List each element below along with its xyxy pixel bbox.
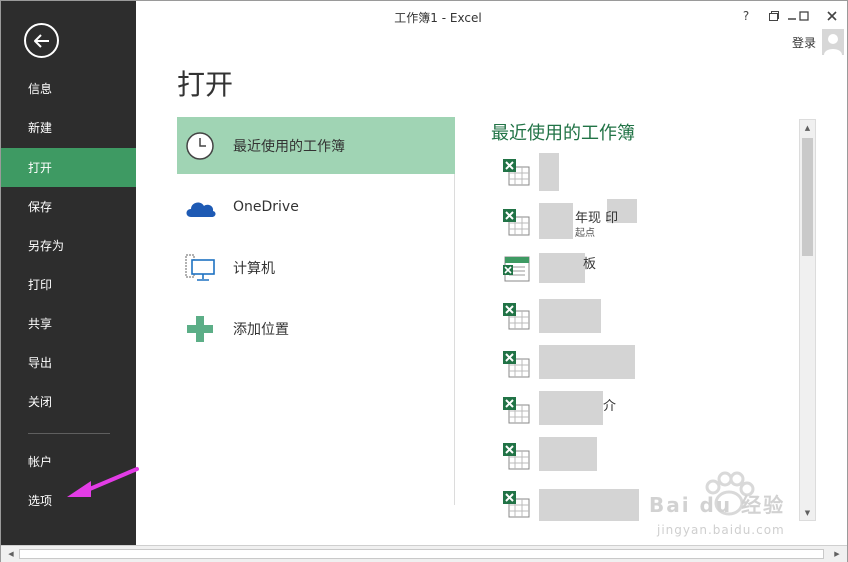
sidebar-item-info[interactable]: 信息 <box>1 69 136 108</box>
place-add-location[interactable]: 添加位置 <box>177 300 455 357</box>
place-computer[interactable]: 计算机 <box>177 239 455 296</box>
recent-workbook-item[interactable]: 介 <box>499 391 799 431</box>
sidebar-item-export[interactable]: 导出 <box>1 343 136 382</box>
close-window-button[interactable] <box>823 7 841 25</box>
clock-icon <box>183 129 217 163</box>
caret-left-icon: ◀ <box>8 550 14 558</box>
sidebar-item-label: 保存 <box>28 200 53 214</box>
excel-file-icon <box>503 443 530 470</box>
help-button[interactable]: ? <box>737 7 755 25</box>
excel-file-icon <box>503 159 530 186</box>
blurred-text <box>539 489 639 521</box>
watermark-url: jingyan.baidu.com <box>657 523 785 537</box>
sidebar-divider <box>28 433 110 434</box>
blurred-text <box>539 345 635 379</box>
maximize-icon <box>799 11 809 21</box>
sidebar-item-label: 帐户 <box>28 455 53 469</box>
restore-ribbon-button[interactable] <box>765 7 783 25</box>
sidebar-item-label: 导出 <box>28 356 53 370</box>
help-icon: ? <box>742 9 750 23</box>
sidebar-item-label: 信息 <box>28 82 53 96</box>
blurred-text <box>539 391 603 425</box>
avatar[interactable] <box>822 29 844 55</box>
sidebar-item-save-as[interactable]: 另存为 <box>1 226 136 265</box>
close-icon <box>827 11 837 21</box>
baidu-jingyan-watermark: Bai du 经验 jingyan.baidu.com <box>649 471 839 543</box>
sidebar-item-label: 打开 <box>28 161 53 175</box>
window-title: 工作簿1 - Excel <box>394 11 482 25</box>
blurred-text <box>539 203 573 239</box>
blurred-text <box>539 253 585 283</box>
excel-template-icon <box>503 256 530 282</box>
sidebar-item-label: 关闭 <box>28 395 53 409</box>
horizontal-scrollbar[interactable]: ◀ ▶ <box>1 545 847 562</box>
blurred-text <box>539 437 597 471</box>
sidebar-item-close[interactable]: 关闭 <box>1 382 136 421</box>
excel-file-icon <box>503 397 530 424</box>
sidebar-item-new[interactable]: 新建 <box>1 108 136 147</box>
place-recent-workbooks[interactable]: 最近使用的工作簿 <box>177 117 455 174</box>
sidebar-item-label: 共享 <box>28 317 53 331</box>
user-icon <box>824 34 842 55</box>
sidebar-item-print[interactable]: 打印 <box>1 265 136 304</box>
recent-workbook-path: 起点 <box>575 228 595 239</box>
caret-right-icon: ▶ <box>834 550 840 558</box>
scroll-up-button[interactable]: ▲ <box>800 120 815 135</box>
recent-workbook-name: 板 <box>583 257 597 272</box>
place-label: 添加位置 <box>233 321 289 338</box>
blurred-text <box>539 153 559 191</box>
scroll-left-button[interactable]: ◀ <box>5 548 17 560</box>
recent-workbook-name: 介 <box>603 399 617 414</box>
watermark-brand: Bai du 经验 <box>649 493 786 517</box>
sidebar-item-share[interactable]: 共享 <box>1 304 136 343</box>
computer-icon <box>183 251 217 285</box>
excel-file-icon <box>503 303 530 330</box>
place-label: 计算机 <box>233 260 275 277</box>
place-label: 最近使用的工作簿 <box>233 138 345 155</box>
place-onedrive[interactable]: OneDrive <box>177 178 455 235</box>
recent-workbook-item[interactable] <box>499 297 799 337</box>
maximize-button[interactable] <box>795 7 813 25</box>
sidebar-item-label: 打印 <box>28 278 53 292</box>
sign-in-link[interactable]: 登录 <box>792 34 816 51</box>
excel-file-icon <box>503 209 530 236</box>
excel-file-icon <box>503 491 530 518</box>
open-locations-list: 最近使用的工作簿 OneDrive 计算机 添加位置 <box>177 117 455 505</box>
cloud-icon <box>183 190 217 224</box>
scrollbar-thumb[interactable] <box>802 138 813 256</box>
title-bar: 工作簿1 - Excel ? 登录 <box>136 1 848 55</box>
horizontal-scrollbar-thumb[interactable] <box>19 549 824 559</box>
excel-file-icon <box>503 351 530 378</box>
back-button[interactable] <box>24 23 59 58</box>
caret-up-icon: ▲ <box>804 123 811 132</box>
recent-workbook-item[interactable]: 板 <box>499 249 799 289</box>
arrow-left-icon <box>33 33 49 48</box>
sidebar-item-label: 另存为 <box>28 239 65 253</box>
excel-backstage-window: 信息 新建 打开 保存 另存为 打印 共享 导出 关闭 帐户 选项 工作簿1 -… <box>0 0 848 562</box>
recent-list-scrollbar[interactable]: ▲ ▼ <box>799 119 816 521</box>
page-title: 打开 <box>177 68 234 101</box>
recent-workbook-item[interactable] <box>499 153 799 193</box>
blurred-text <box>539 299 601 333</box>
plus-icon <box>183 312 217 346</box>
sidebar-item-open[interactable]: 打开 <box>1 148 136 187</box>
annotation-arrow-icon <box>67 467 139 497</box>
sidebar-item-save[interactable]: 保存 <box>1 187 136 226</box>
restore-window-icon <box>769 11 779 21</box>
place-label: OneDrive <box>233 198 299 215</box>
recent-workbook-item[interactable] <box>499 345 799 385</box>
recent-workbook-item[interactable]: 年现 印 起点 <box>499 199 799 243</box>
sidebar-item-label: 新建 <box>28 121 53 135</box>
sidebar-item-label: 选项 <box>28 494 53 508</box>
scroll-right-button[interactable]: ▶ <box>831 548 843 560</box>
recent-workbooks-heading: 最近使用的工作簿 <box>491 123 635 144</box>
